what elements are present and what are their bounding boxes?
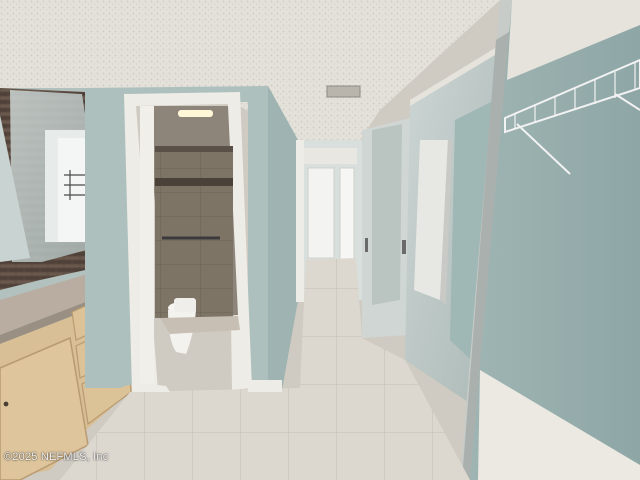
baseboard xyxy=(248,380,282,392)
bath-ceiling-light xyxy=(178,110,213,117)
cabinet-knob xyxy=(3,401,9,407)
bathroom-door-leaf xyxy=(140,106,154,386)
listing-photo: ©2025 NEFMLS, Inc xyxy=(0,0,640,480)
door-pull xyxy=(365,238,368,252)
hall-end-door xyxy=(307,167,335,259)
hall-side-door xyxy=(339,167,355,261)
photo-watermark: ©2025 NEFMLS, Inc xyxy=(4,451,109,463)
door-pull xyxy=(402,240,406,254)
bathroom-interior xyxy=(140,106,240,386)
shower-tile-wall xyxy=(155,148,233,318)
closet-mirror-door-near xyxy=(362,118,410,338)
shower-accent-band xyxy=(155,178,233,186)
ceiling-vent xyxy=(326,85,361,98)
hallway-photo-drawing xyxy=(0,0,640,480)
